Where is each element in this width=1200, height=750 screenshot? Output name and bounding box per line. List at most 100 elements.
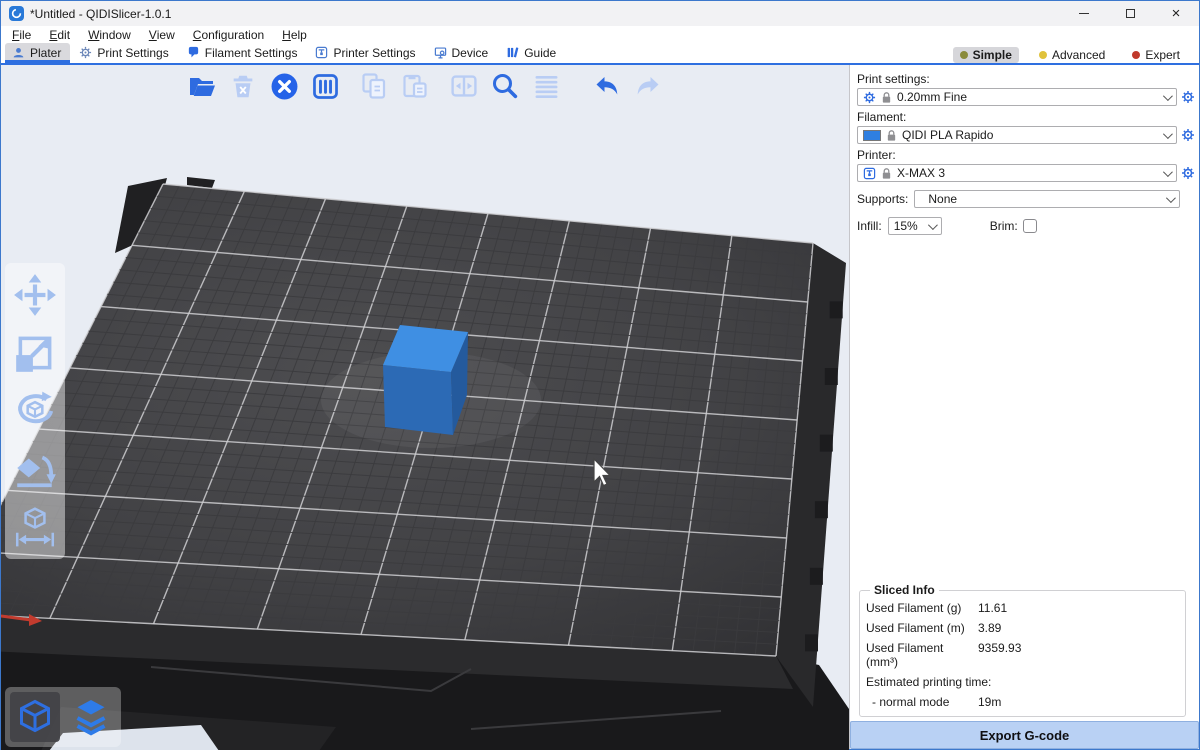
split-button[interactable] bbox=[449, 70, 479, 102]
infill-value: 15% bbox=[894, 219, 923, 233]
delete-button[interactable] bbox=[228, 70, 258, 102]
delete-icon bbox=[229, 71, 257, 101]
mode-simple-label: Simple bbox=[973, 48, 1012, 62]
gizmo-toolbar bbox=[5, 263, 65, 559]
main-area: Print settings: 0.20mm Fine Filament: bbox=[1, 65, 1199, 749]
place-on-face-tool-button[interactable] bbox=[11, 445, 59, 493]
tab-print-settings[interactable]: Print Settings bbox=[72, 43, 177, 63]
paste-button[interactable] bbox=[400, 70, 430, 102]
print-preset-value: 0.20mm Fine bbox=[897, 90, 1158, 104]
menu-help[interactable]: Help bbox=[273, 26, 316, 43]
minimize-button[interactable] bbox=[1061, 1, 1107, 26]
tab-print-settings-label: Print Settings bbox=[97, 46, 168, 60]
menu-configuration[interactable]: Configuration bbox=[184, 26, 273, 43]
chevron-down-icon bbox=[1163, 167, 1173, 177]
tab-plater-label: Plater bbox=[30, 46, 61, 60]
delete-all-button[interactable] bbox=[269, 70, 299, 102]
arrange-button[interactable] bbox=[310, 70, 340, 102]
tab-plater[interactable]: Plater bbox=[5, 43, 70, 63]
plater-icon bbox=[12, 46, 25, 59]
titlebar: *Untitled - QIDISlicer-1.0.1 × bbox=[1, 1, 1199, 26]
printer-gear-button[interactable] bbox=[1180, 165, 1196, 181]
tab-device[interactable]: Device bbox=[427, 43, 498, 63]
paste-icon bbox=[400, 71, 430, 101]
search-button[interactable] bbox=[490, 70, 520, 102]
undo-button[interactable] bbox=[592, 70, 622, 102]
place-on-face-icon bbox=[12, 446, 58, 492]
build-plate-scene[interactable] bbox=[1, 65, 849, 750]
infill-combo[interactable]: 15% bbox=[888, 217, 942, 235]
app-logo-icon bbox=[9, 6, 24, 21]
filament-gear-button[interactable] bbox=[1180, 127, 1196, 143]
print-settings-combo[interactable]: 0.20mm Fine bbox=[857, 88, 1177, 106]
normal-mode-value: 19m bbox=[978, 695, 1179, 709]
close-button[interactable]: × bbox=[1153, 1, 1199, 26]
export-gcode-button[interactable]: Export G-code bbox=[850, 721, 1199, 749]
sliced-info-panel: Sliced Info Used Filament (g) 11.61 Used… bbox=[859, 583, 1186, 717]
gear-icon bbox=[79, 46, 92, 59]
printer-preset-value: X-MAX 3 bbox=[897, 166, 1158, 180]
supports-combo[interactable]: None bbox=[914, 190, 1180, 208]
arrange-icon bbox=[311, 72, 340, 101]
tab-filament-settings[interactable]: Filament Settings bbox=[180, 43, 307, 63]
scale-icon bbox=[12, 330, 58, 376]
estimated-time-header: Estimated printing time: bbox=[866, 675, 1179, 689]
redo-icon bbox=[633, 71, 663, 101]
used-filament-m-value: 3.89 bbox=[978, 621, 1179, 635]
copy-icon bbox=[359, 71, 389, 101]
rotate-icon bbox=[12, 388, 58, 434]
device-icon bbox=[434, 46, 447, 59]
rotate-tool-button[interactable] bbox=[11, 387, 59, 435]
search-icon bbox=[490, 71, 520, 101]
viewport-toolbar bbox=[187, 70, 663, 102]
used-filament-g-label: Used Filament (g) bbox=[866, 601, 978, 615]
undo-icon bbox=[592, 71, 622, 101]
menu-view[interactable]: View bbox=[140, 26, 184, 43]
measure-icon bbox=[12, 504, 58, 550]
preview-view-button[interactable] bbox=[66, 692, 116, 742]
window-title: *Untitled - QIDISlicer-1.0.1 bbox=[30, 7, 171, 21]
filament-color-swatch bbox=[863, 130, 881, 141]
menu-file[interactable]: File bbox=[3, 26, 40, 43]
copy-button[interactable] bbox=[359, 70, 389, 102]
tab-guide[interactable]: Guide bbox=[499, 43, 565, 63]
mode-advanced[interactable]: Advanced bbox=[1032, 47, 1112, 63]
maximize-icon bbox=[1126, 9, 1135, 18]
tab-printer-settings[interactable]: Printer Settings bbox=[308, 43, 424, 63]
printer-combo[interactable]: X-MAX 3 bbox=[857, 164, 1177, 182]
close-icon: × bbox=[1172, 6, 1181, 21]
mode-switcher: Simple Advanced Expert bbox=[953, 47, 1195, 63]
mode-advanced-label: Advanced bbox=[1052, 48, 1105, 62]
window-controls: × bbox=[1061, 1, 1199, 26]
menu-edit[interactable]: Edit bbox=[40, 26, 79, 43]
brim-checkbox[interactable] bbox=[1023, 219, 1037, 233]
measure-tool-button[interactable] bbox=[11, 503, 59, 551]
menubar: File Edit Window View Configuration Help bbox=[1, 26, 1199, 43]
filament-combo[interactable]: QIDI PLA Rapido bbox=[857, 126, 1177, 144]
print-settings-label: Print settings: bbox=[857, 72, 1196, 86]
mode-expert-label: Expert bbox=[1145, 48, 1180, 62]
scale-tool-button[interactable] bbox=[11, 329, 59, 377]
used-filament-mm3-label: Used Filament (mm³) bbox=[866, 641, 978, 669]
editor-view-button[interactable] bbox=[10, 692, 60, 742]
mode-expert[interactable]: Expert bbox=[1125, 47, 1187, 63]
menu-window[interactable]: Window bbox=[79, 26, 140, 43]
open-button[interactable] bbox=[187, 70, 217, 102]
redo-button[interactable] bbox=[633, 70, 663, 102]
maximize-button[interactable] bbox=[1107, 1, 1153, 26]
variable-layer-height-icon bbox=[532, 72, 561, 101]
infill-label: Infill: bbox=[857, 219, 882, 233]
tab-filament-settings-label: Filament Settings bbox=[205, 46, 298, 60]
move-tool-button[interactable] bbox=[11, 271, 59, 319]
gear-icon bbox=[1181, 90, 1195, 104]
gear-icon bbox=[1181, 128, 1195, 142]
mode-simple[interactable]: Simple bbox=[953, 47, 1019, 63]
filament-preset-value: QIDI PLA Rapido bbox=[902, 128, 1158, 142]
3d-viewport[interactable] bbox=[1, 65, 849, 750]
supports-value: None bbox=[920, 192, 1161, 206]
advanced-dot-icon bbox=[1039, 51, 1047, 59]
tab-device-label: Device bbox=[452, 46, 489, 60]
print-settings-gear-button[interactable] bbox=[1180, 89, 1196, 105]
normal-mode-label: - normal mode bbox=[866, 695, 978, 709]
variable-layer-height-button[interactable] bbox=[531, 70, 561, 102]
